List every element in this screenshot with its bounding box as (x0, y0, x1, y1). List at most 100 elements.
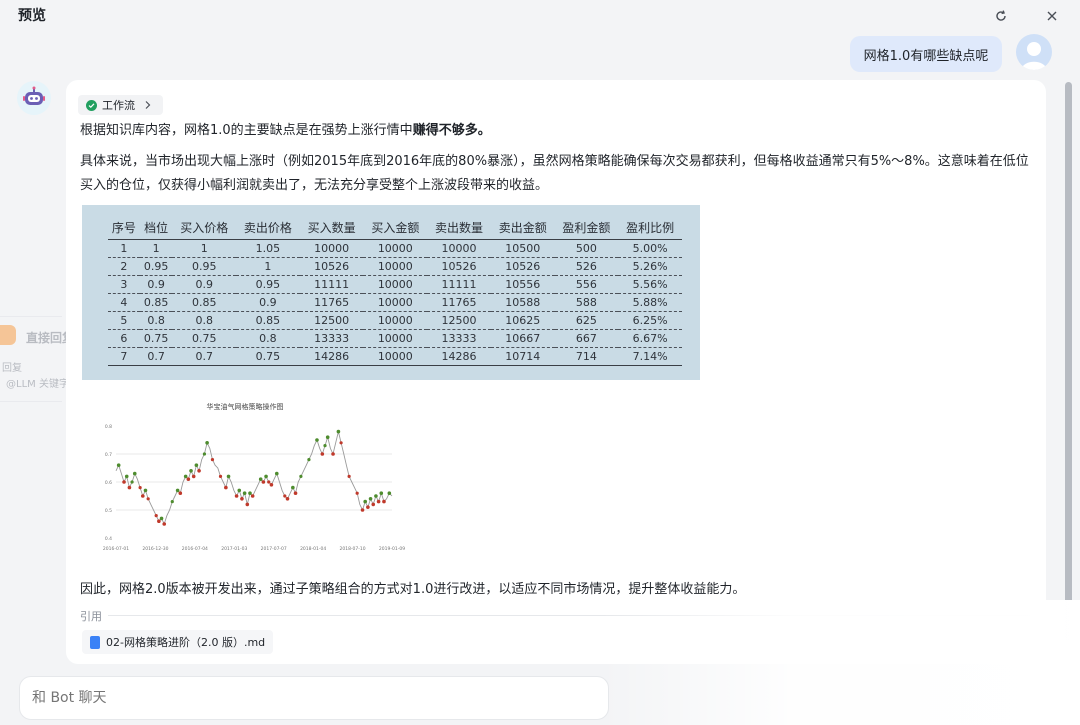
table-cell: 10000 (363, 347, 428, 366)
user-avatar (1016, 34, 1052, 70)
sidebar-fragment: 直接回复 回复 @LLM 关键字 (0, 316, 74, 402)
table-row: 7 0.7 0.7 0.75 14286 10000 14286 10714 714 7.14% (108, 347, 682, 366)
table-cell: 1 (108, 239, 140, 258)
table-cell: 13333 (299, 329, 364, 348)
close-button[interactable] (1042, 6, 1062, 26)
buy-marker (374, 494, 378, 498)
table-cell: 10526 (490, 257, 555, 276)
table-header-cell: 买入价格 (172, 217, 237, 240)
buy-marker (264, 474, 268, 479)
sell-marker (283, 494, 287, 498)
table-header-cell: 盈利金额 (554, 217, 619, 240)
table-header-cell: 卖出数量 (427, 217, 491, 240)
citation-file[interactable]: 02-网格策略进阶（2.0 版）.md (82, 630, 274, 654)
table-cell: 1 (172, 239, 237, 258)
table-cell: 7.14% (618, 347, 682, 366)
sell-marker (210, 458, 215, 462)
page-title: 预览 (18, 8, 46, 24)
table-cell: 5.56% (618, 275, 682, 294)
sell-marker (186, 477, 191, 481)
refresh-icon (996, 10, 1006, 21)
sell-marker (240, 497, 244, 501)
table-cell: 0.85 (139, 293, 173, 312)
sell-marker (245, 502, 250, 507)
table-cell: 5.26% (618, 257, 682, 276)
intro-bold: 赚得不够多。 (412, 123, 491, 138)
table-header-cell: 卖出金额 (490, 217, 555, 240)
table-row: 5 0.8 0.8 0.85 12500 10000 12500 10625 625 6.25% (108, 311, 682, 330)
x-tick-label: 2018-01-04 (300, 546, 326, 552)
table-header-cell: 卖出价格 (236, 217, 300, 240)
table-cell: 10000 (363, 257, 428, 276)
sell-marker (285, 497, 290, 501)
buy-marker (205, 441, 209, 445)
table-cell: 0.9 (139, 275, 173, 294)
check-circle-icon (86, 99, 97, 111)
table-cell: 0.7 (172, 347, 237, 366)
sell-marker (371, 502, 376, 507)
buy-marker (175, 488, 180, 493)
sell-marker (261, 480, 266, 484)
sell-marker (331, 452, 335, 456)
buy-marker (336, 429, 341, 434)
table-cell: 5 (108, 311, 140, 330)
table-header-row: 序号 档位 买入价格 卖出价格 买入数量 买入金额 卖出数量 卖出金额 盈利金额 盈利比例 (108, 217, 682, 240)
sell-marker (191, 474, 196, 479)
buy-marker (130, 480, 134, 484)
table-cell: 6.25% (618, 311, 682, 330)
table-cell: 10000 (363, 293, 428, 312)
table-cell: 0.8 (172, 311, 237, 330)
strategy-chart-image: 华宝油气网格策略操作图 0.4 0.5 0.6 0.7 0.8 2016-07-01 2016… (80, 388, 410, 568)
buy-marker (183, 474, 188, 479)
sell-marker (293, 491, 298, 495)
table-cell: 500 (554, 239, 619, 258)
table-cell: 0.95 (139, 257, 173, 276)
sell-marker (269, 483, 274, 487)
table-header-cell: 买入金额 (363, 217, 428, 240)
table-cell: 5.88% (618, 293, 682, 312)
citation-file-name: 02-网格策略进阶（2.0 版）.md (106, 636, 266, 649)
user-icon (1021, 42, 1047, 70)
y-tick-label: 0.4 (105, 536, 112, 542)
table-cell: 0.85 (172, 293, 237, 312)
workflow-toggle[interactable]: 工作流 (78, 95, 163, 115)
sell-marker (339, 441, 343, 445)
table-cell: 588 (554, 293, 619, 312)
table-cell: 10625 (490, 311, 555, 330)
table-cell: 0.95 (236, 275, 300, 294)
table-cell: 714 (554, 347, 619, 366)
x-tick-label: 2017-01-03 (221, 546, 247, 552)
scrollbar-thumb[interactable] (1065, 82, 1072, 642)
buy-marker (248, 491, 252, 495)
buy-marker (379, 491, 384, 495)
buy-marker (132, 471, 137, 476)
refresh-button[interactable] (991, 6, 1011, 26)
table-cell: 12500 (299, 311, 364, 330)
table-cell: 10000 (299, 239, 364, 258)
chat-input[interactable] (19, 676, 609, 720)
table-cell: 10526 (299, 257, 364, 276)
table-cell: 0.95 (172, 257, 237, 276)
workflow-label: 工作流 (102, 99, 135, 112)
table-header-cell: 买入数量 (299, 217, 364, 240)
sell-marker (162, 522, 167, 526)
buy-marker (189, 469, 193, 473)
sell-marker (138, 486, 142, 490)
table-cell: 11765 (299, 293, 364, 312)
table-cell: 0.75 (236, 347, 300, 366)
table-cell: 556 (554, 275, 619, 294)
sell-marker (382, 499, 386, 504)
intro-text: 根据知识库内容，网格1.0的主要缺点是在强势上涨行情中 (80, 123, 413, 138)
table-cell: 6 (108, 329, 140, 348)
table-cell: 0.8 (236, 329, 300, 348)
buy-marker (258, 477, 263, 481)
table-row: 4 0.85 0.85 0.9 11765 10000 11765 10588 588 5.88% (108, 293, 682, 312)
grid-table-image: 序号 档位 买入价格 卖出价格 买入数量 买入金额 卖出数量 卖出金额 盈利金额 盈利比例 111… (82, 205, 700, 380)
sell-marker (122, 480, 126, 484)
buy-marker (159, 516, 164, 521)
table-cell: 5.00% (618, 239, 682, 258)
buy-marker (242, 491, 247, 495)
y-tick-label: 0.6 (105, 480, 112, 486)
table-cell: 14286 (427, 347, 491, 366)
x-tick-label: 2016-12-30 (142, 546, 168, 552)
